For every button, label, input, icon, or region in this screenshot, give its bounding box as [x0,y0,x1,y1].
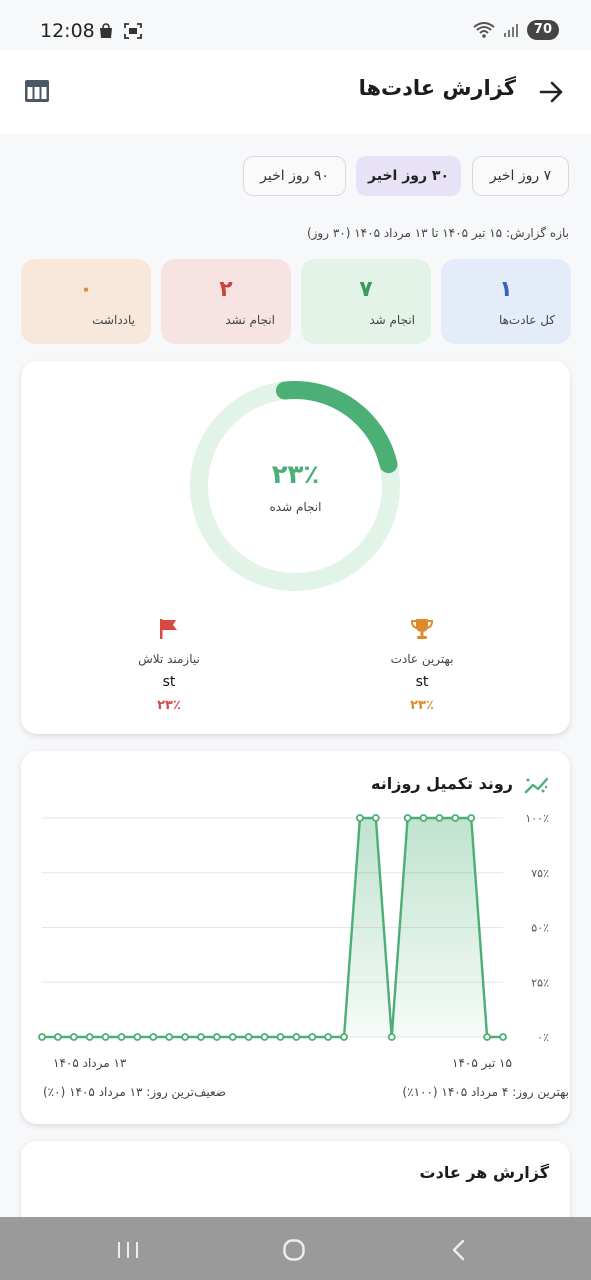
x-axis-end-label: ۱۳ مرداد ۱۴۰۵ [53,1056,127,1070]
data-point [228,1033,237,1041]
data-point [117,1033,126,1041]
x-axis-start-label: ۱۵ تیر ۱۴۰۵ [452,1056,512,1070]
y-tick-label: ۵۰٪ [531,922,549,935]
data-point [308,1033,317,1041]
y-tick-label: ۱۰۰٪ [525,812,549,825]
data-point [292,1033,301,1041]
back-nav-button[interactable] [450,1239,468,1261]
data-point [53,1033,62,1041]
data-point [101,1033,110,1041]
trend-chart: ۰٪ ۲۵٪ ۵۰٪ ۷۵٪ ۱۰۰٪ [38,812,549,1044]
data-point [85,1033,94,1041]
y-tick-label: ۲۵٪ [531,976,549,989]
data-point [499,1033,507,1041]
data-point [38,1033,46,1041]
best-day-text: بهترین روز: ۴ مرداد ۱۴۰۵ (۱۰۰٪) [402,1085,569,1099]
data-point [165,1033,174,1041]
data-point [197,1033,205,1041]
data-point [435,814,444,822]
data-point [387,1033,396,1041]
data-point [371,814,380,822]
data-point [244,1033,253,1041]
data-point [324,1033,333,1041]
data-point [260,1033,269,1041]
recent-apps-button[interactable] [116,1240,140,1260]
data-point [356,814,364,822]
data-point [212,1033,221,1041]
habit-report-title: گزارش هر عادت [419,1163,549,1182]
data-point [467,814,476,822]
worst-day-text: ضعیف‌ترین روز: ۱۳ مرداد ۱۴۰۵ (۰٪) [43,1085,226,1099]
y-tick-label: ۷۵٪ [531,867,549,880]
data-point [451,814,460,822]
data-point [69,1033,78,1041]
data-point [403,814,412,822]
y-tick-label: ۰٪ [537,1031,549,1044]
data-point [419,814,428,822]
home-button[interactable] [282,1239,306,1261]
data-point [181,1033,189,1041]
data-point [149,1033,158,1041]
data-point [276,1033,285,1041]
system-nav-bar [0,1217,591,1280]
data-point [133,1033,142,1041]
data-point [483,1033,492,1041]
data-point [340,1033,348,1041]
